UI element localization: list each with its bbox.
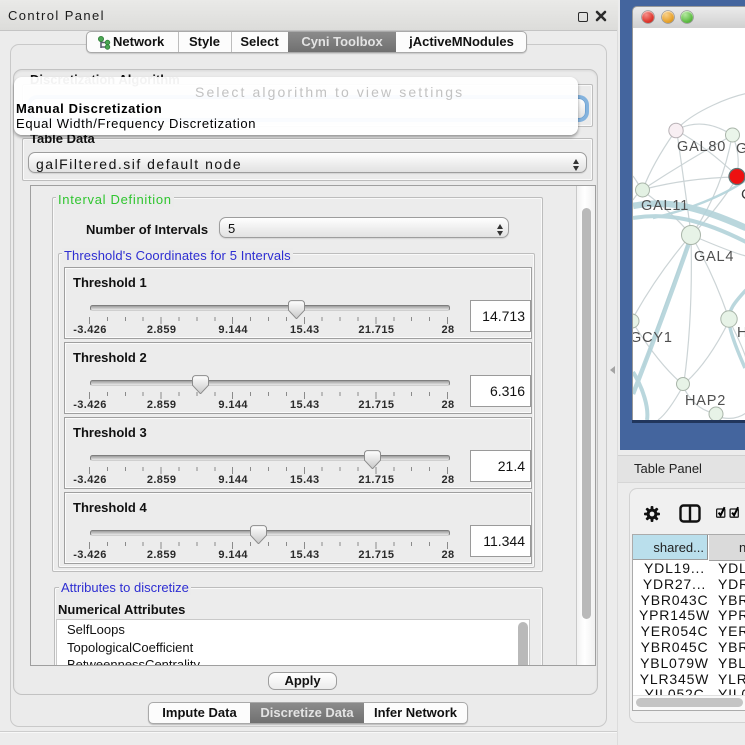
svg-text:C: C — [741, 186, 745, 203]
svg-text:GAL80: GAL80 — [677, 139, 726, 155]
svg-text:GCY1: GCY1 — [633, 330, 673, 346]
svg-text:GA: GA — [736, 141, 745, 157]
svg-text:HAP2: HAP2 — [685, 393, 726, 409]
svg-text:H: H — [737, 325, 745, 341]
svg-text:GAL4: GAL4 — [694, 249, 734, 265]
svg-text:GAL11: GAL11 — [641, 198, 689, 214]
